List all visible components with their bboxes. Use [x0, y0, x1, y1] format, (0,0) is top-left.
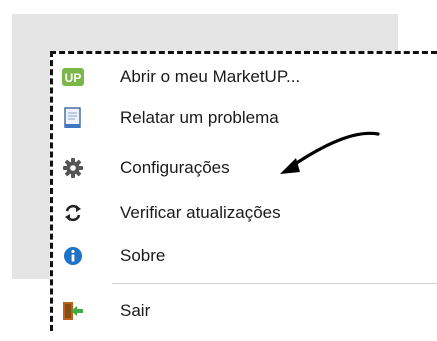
- dashed-highlight-border-top: [50, 51, 437, 54]
- menu-item-label: Sair: [120, 301, 151, 320]
- svg-text:UP: UP: [65, 71, 82, 85]
- refresh-arrows-icon: [62, 202, 84, 224]
- menu-item-label: Sobre: [120, 246, 166, 265]
- info-icon: [62, 245, 84, 267]
- menu-item-exit[interactable]: Sair: [62, 293, 432, 329]
- menu-item-label: Relatar um problema: [120, 108, 279, 127]
- menu-item-check-updates[interactable]: Verificar atualizações: [62, 195, 432, 231]
- menu-item-label: Abrir o meu MarketUP...: [120, 67, 301, 86]
- exit-door-icon: [62, 300, 84, 322]
- marketup-logo-icon: UP: [62, 66, 84, 88]
- menu-item-label: Configurações: [120, 158, 230, 177]
- report-document-icon: [62, 107, 84, 129]
- menu-item-open-marketup[interactable]: UP Abrir o meu MarketUP...: [62, 59, 432, 95]
- menu-item-label: Verificar atualizações: [120, 203, 281, 222]
- menu-separator: [112, 283, 437, 284]
- annotation-arrow-icon: [280, 131, 380, 174]
- menu-item-about[interactable]: Sobre: [62, 238, 432, 274]
- dashed-highlight-border-left: [50, 51, 53, 331]
- gear-icon: [62, 157, 84, 179]
